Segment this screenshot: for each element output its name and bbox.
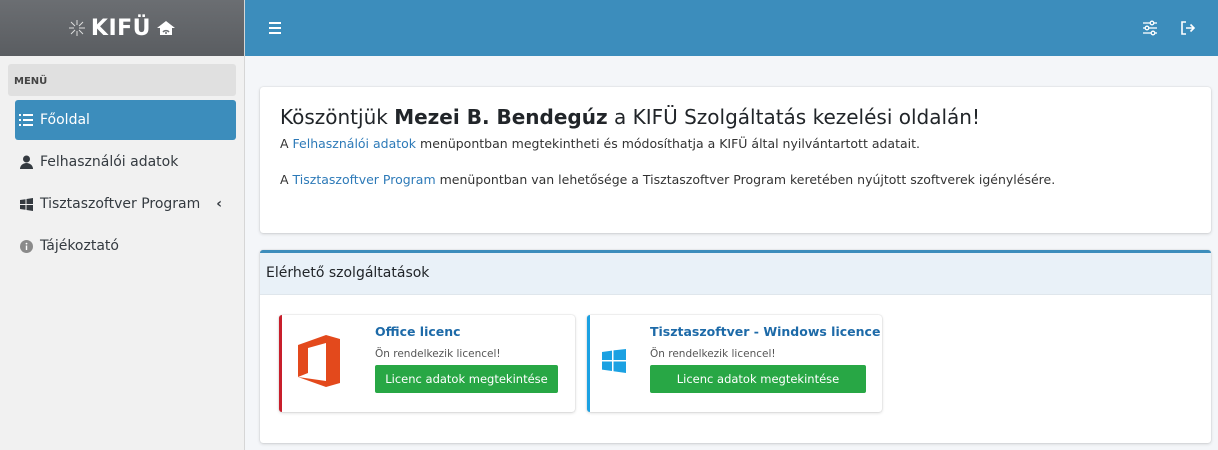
user-name: Mezei B. Bendegúz [394,105,608,129]
office-licence-box: Office licenc Ön rendelkezik licencel! L… [279,315,575,412]
sidebar-item-label: Tisztaszoftver Program [40,196,201,212]
greeting-prefix: Köszöntjük [280,105,395,129]
brand-area[interactable]: KIFÜ [0,0,244,56]
windows-icon [18,196,34,212]
services-card: Elérhető szolgáltatások Office licenc Ön… [260,250,1211,443]
signal-rays-icon [68,20,85,36]
line2-suffix: menüpontban van lehetősége a Tisztaszoft… [435,172,1056,187]
welcome-heading: Köszöntjük Mezei B. Bendegúz a KIFÜ Szol… [280,105,1211,129]
felhasznaloi-adatok-link[interactable]: Felhasználói adatok [293,136,417,151]
line1-prefix: A [280,136,293,151]
sidebar-item-label: Felhasználói adatok [40,154,179,170]
sidebar-item-tajekoztato[interactable]: Tájékoztató [15,226,236,266]
brand-name: KIFÜ [90,15,152,41]
windows-licence-box: Tisztaszoftver - Windows licence Ön rend… [587,315,882,412]
service-status: Ön rendelkezik licencel! [650,348,776,360]
home-wifi-icon [157,21,176,35]
sidebar-item-label: Tájékoztató [40,238,119,254]
tisztaszoftver-program-link[interactable]: Tisztaszoftver Program [293,172,436,187]
list-icon [18,112,34,128]
sliders-icon[interactable] [1142,20,1158,36]
sidebar-item-felhasznaloi-adatok[interactable]: Felhasználói adatok [15,142,236,182]
sidebar-item-fooldal[interactable]: Főoldal [15,100,236,140]
chevron-left-icon[interactable]: ‹ [216,196,222,212]
menu-header: MENÜ [8,64,236,96]
sidebar-item-label: Főoldal [40,112,90,128]
welcome-card: Köszöntjük Mezei B. Bendegúz a KIFÜ Szol… [260,87,1211,233]
service-title: Tisztaszoftver - Windows licence [650,324,881,339]
line1-suffix: menüpontban megtekintheti és módosíthatj… [416,136,920,151]
sidebar: KIFÜ MENÜ Főoldal Felhasználói adatok Ti… [0,0,245,450]
welcome-line-1: A Felhasználói adatok menüpontban megtek… [280,135,1211,153]
windows-logo-icon [602,349,626,373]
service-status: Ön rendelkezik licencel! [375,348,501,360]
logout-icon[interactable] [1180,20,1196,36]
info-icon [18,238,34,254]
line2-prefix: A [280,172,293,187]
kifu-logo: KIFÜ [67,16,177,41]
view-licence-button[interactable]: Licenc adatok megtekintése [375,365,558,393]
top-navbar [245,0,1218,56]
sidebar-item-tisztaszoftver-program[interactable]: Tisztaszoftver Program ‹ [15,184,236,224]
topbar-actions [1142,20,1196,36]
hamburger-icon[interactable] [269,19,287,37]
service-title: Office licenc [375,324,461,339]
office-logo-icon [298,335,340,387]
greeting-suffix: a KIFÜ Szolgáltatás kezelési oldalán! [607,105,980,129]
services-heading: Elérhető szolgáltatások [260,253,1211,295]
welcome-line-2: A Tisztaszoftver Program menüpontban van… [280,171,1211,189]
user-icon [18,154,34,170]
view-licence-button[interactable]: Licenc adatok megtekintése [650,365,866,393]
